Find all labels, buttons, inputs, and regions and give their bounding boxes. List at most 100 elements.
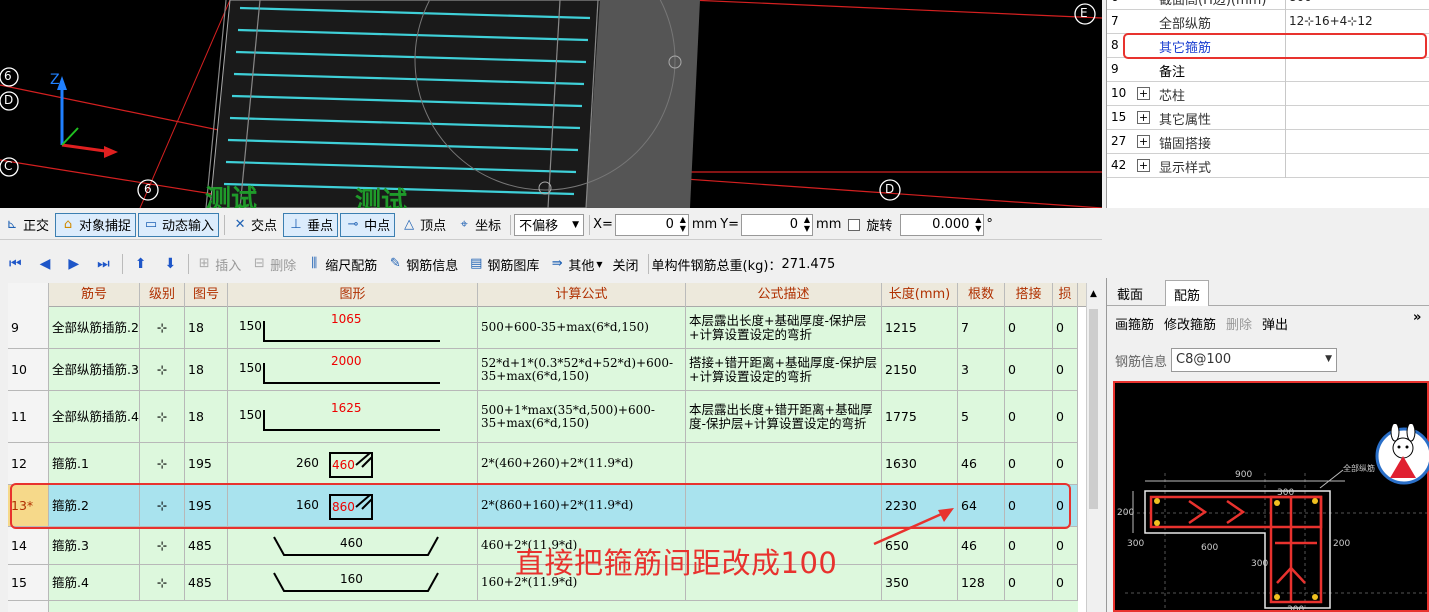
cell-formula[interactable]: 2*(460+260)+2*(11.9*d)	[478, 443, 686, 484]
cell-lap[interactable]: 0	[1005, 527, 1053, 564]
scale-rebar-button[interactable]: ⫼ 缩尺配筋	[302, 252, 381, 276]
perpendicular-button[interactable]: ⊥ 垂点	[283, 212, 339, 237]
intersection-button[interactable]: ✕ 交点	[228, 213, 281, 237]
cell-bar-name[interactable]: 箍筋.3	[49, 527, 140, 564]
rotate-input[interactable]: 0.000 ▲ ▼	[900, 213, 985, 236]
prop-value[interactable]: 12⊹16+4⊹12	[1289, 14, 1373, 28]
cell-lap[interactable]: 0	[1005, 565, 1053, 600]
rebar-info-input[interactable]: C8@100 ▼	[1171, 348, 1338, 372]
cell-lap[interactable]: 0	[1005, 349, 1053, 390]
prop-row[interactable]: 42 + 显示样式	[1107, 154, 1429, 178]
prev-record-icon[interactable]: ◀	[40, 256, 51, 272]
tab-rebar[interactable]: 配筋	[1165, 280, 1210, 306]
3d-viewport[interactable]: 测试 测试 6 D C 6 D E Z	[0, 0, 1102, 208]
header-grade[interactable]: 级别	[140, 283, 185, 307]
rebar-info-button[interactable]: ✎ 钢筋信息	[383, 252, 462, 276]
cell-grade[interactable]: ⊹	[140, 527, 185, 564]
expand-plus-icon[interactable]: +	[1137, 87, 1150, 100]
expand-plus-icon[interactable]: +	[1137, 135, 1150, 148]
cell-shape[interactable]: 160	[228, 565, 478, 600]
prop-row[interactable]: 7 全部纵筋 12⊹16+4⊹12	[1107, 10, 1429, 34]
prop-row[interactable]: 15 + 其它属性	[1107, 106, 1429, 130]
midpoint-button[interactable]: ⊸ 中点	[340, 212, 396, 237]
cell-fig[interactable]: 485	[185, 527, 228, 564]
cell-count[interactable]: 46	[958, 443, 1005, 484]
cell-desc[interactable]: 本层露出长度+错开距离+基础厚度-保护层+计算设置设定的弯折	[686, 391, 882, 442]
cell-lap[interactable]: 0	[1005, 443, 1053, 484]
cell-loss[interactable]: 0	[1053, 527, 1078, 564]
cell-count[interactable]: 128	[958, 565, 1005, 600]
cell-length[interactable]: 1215	[882, 307, 958, 348]
header-formula-desc[interactable]: 公式描述	[686, 283, 882, 307]
insert-button[interactable]: ⊞ 插入	[192, 252, 245, 276]
scroll-thumb[interactable]	[1089, 309, 1098, 509]
other-menu-button[interactable]: ⇛ 其他 ▼	[545, 252, 606, 276]
cell-grade[interactable]: ⊹	[140, 391, 185, 442]
offset-mode-select[interactable]: 不偏移 ▼	[514, 213, 585, 236]
cell-loss[interactable]: 0	[1053, 349, 1078, 390]
first-record-icon[interactable]: ⏮	[9, 256, 22, 272]
cell-grade[interactable]: ⊹	[140, 349, 185, 390]
cell-bar-name[interactable]: 全部纵筋插筋.3	[49, 349, 140, 390]
scroll-up-icon[interactable]: ▲	[1087, 289, 1100, 299]
ortho-button[interactable]: ⊾ 正交	[0, 213, 53, 237]
draw-stirrup-button[interactable]: 画箍筋	[1115, 314, 1154, 333]
delete-button[interactable]: ⊟ 删除	[247, 252, 300, 276]
cell-length[interactable]: 350	[882, 565, 958, 600]
cell-shape[interactable]: 150 2000	[228, 349, 478, 390]
prop-row[interactable]: 10 + 芯柱	[1107, 82, 1429, 106]
move-up-icon[interactable]: ⬆	[135, 256, 147, 272]
cell-desc[interactable]: 搭接+错开距离+基础厚度-保护层+计算设置设定的弯折	[686, 349, 882, 390]
cell-lap[interactable]: 0	[1005, 307, 1053, 348]
table-row[interactable]: 12 箍筋.1 ⊹ 195 260 460 2*(460+260)+2*(11.…	[8, 443, 1078, 485]
cell-count[interactable]: 46	[958, 527, 1005, 564]
cell-grade[interactable]: ⊹	[140, 307, 185, 348]
cell-bar-name[interactable]: 全部纵筋插筋.4	[49, 391, 140, 442]
move-down-icon[interactable]: ⬇	[165, 256, 177, 272]
header-loss[interactable]: 损耗	[1053, 283, 1078, 326]
header-formula[interactable]: 计算公式	[478, 283, 686, 307]
last-record-icon[interactable]: ⏭	[97, 256, 110, 272]
cell-length[interactable]: 2150	[882, 349, 958, 390]
rebar-library-button[interactable]: ▤ 钢筋图库	[464, 252, 543, 276]
close-button[interactable]: 关闭	[609, 252, 643, 276]
header-fig-no[interactable]: 图号	[185, 283, 228, 307]
cell-fig[interactable]: 195	[185, 443, 228, 484]
expand-plus-icon[interactable]: +	[1137, 159, 1150, 172]
cell-desc[interactable]	[686, 443, 882, 484]
delete-stirrup-button[interactable]: 删除	[1226, 314, 1252, 333]
cell-formula[interactable]: 500+1*max(35*d,500)+600-35+max(6*d,150)	[478, 391, 686, 442]
spinner-icon[interactable]: ▲ ▼	[804, 215, 810, 233]
tab-section[interactable]: 截面	[1109, 280, 1151, 306]
cell-lap[interactable]: 0	[1005, 391, 1053, 442]
cell-fig[interactable]: 18	[185, 307, 228, 348]
header-shape[interactable]: 图形	[228, 283, 478, 307]
header-length[interactable]: 长度(mm)	[882, 283, 958, 307]
cell-loss[interactable]: 0	[1053, 443, 1078, 484]
rotate-checkbox[interactable]	[848, 218, 861, 231]
y-input[interactable]: 0 ▲ ▼	[741, 213, 814, 236]
prop-row[interactable]: 6 截面高(H边)(mm) 800	[1107, 0, 1429, 10]
dynamic-input-button[interactable]: ▭ 动态输入	[138, 212, 220, 237]
cell-grade[interactable]: ⊹	[140, 443, 185, 484]
cell-fig[interactable]: 18	[185, 349, 228, 390]
table-row[interactable]: 10 全部纵筋插筋.3 ⊹ 18 150 2000 52*d+1*(0.3*52…	[8, 349, 1078, 391]
prop-value[interactable]: 800	[1289, 0, 1312, 4]
cell-count[interactable]: 3	[958, 349, 1005, 390]
cell-shape[interactable]: 460	[228, 527, 478, 564]
cell-formula[interactable]: 52*d+1*(0.3*52*d+52*d)+600-35+max(6*d,15…	[478, 349, 686, 390]
table-scrollbar[interactable]: ▲	[1086, 283, 1100, 612]
cell-loss[interactable]: 0	[1053, 307, 1078, 348]
cell-desc[interactable]: 本层露出长度+基础厚度-保护层+计算设置设定的弯折	[686, 307, 882, 348]
spinner-icon[interactable]: ▲ ▼	[975, 215, 981, 233]
cell-bar-name[interactable]: 箍筋.4	[49, 565, 140, 600]
spinner-icon[interactable]: ▲ ▼	[680, 215, 686, 233]
cell-grade[interactable]: ⊹	[140, 565, 185, 600]
coordinate-button[interactable]: ⌖ 坐标	[452, 213, 505, 237]
prop-row[interactable]: 9 备注	[1107, 58, 1429, 82]
cell-count[interactable]: 7	[958, 307, 1005, 348]
cell-length[interactable]: 1775	[882, 391, 958, 442]
cell-fig[interactable]: 485	[185, 565, 228, 600]
table-row[interactable]: 9 全部纵筋插筋.2 ⊹ 18 150 1065 500+600-35+max(…	[8, 307, 1078, 349]
cell-loss[interactable]: 0	[1053, 391, 1078, 442]
